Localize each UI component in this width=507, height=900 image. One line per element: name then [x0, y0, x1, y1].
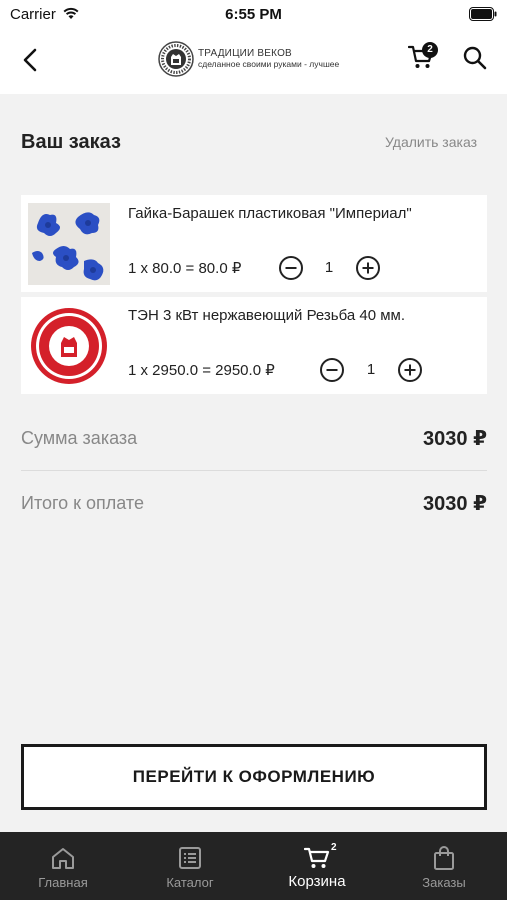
search-icon [463, 46, 487, 70]
item-quantity: 1 [324, 259, 334, 276]
increase-quantity-button[interactable] [355, 255, 381, 281]
battery-icon [469, 7, 497, 26]
tab-cart-badge: 2 [331, 842, 337, 853]
tab-home-label: Главная [38, 875, 88, 890]
minus-circle-icon [320, 358, 344, 382]
item-price-line: 1 x 80.0 = 80.0 ₽ [128, 260, 242, 277]
bag-icon [434, 846, 454, 870]
tab-bar: Главная Каталог 2 Корзина Заказы [0, 832, 507, 900]
logo-subtitle: сделанное своими руками - лучшее [198, 59, 340, 69]
tab-home[interactable]: Главная [0, 832, 126, 900]
cart-item[interactable]: ТЭН 3 кВт нержавеющий Резьба 40 мм. 1 x … [21, 297, 487, 394]
order-sum-label: Сумма заказа [21, 428, 138, 448]
app-header: ТРАДИЦИИ ВЕКОВ сделанное своими руками -… [0, 30, 507, 94]
item-quantity: 1 [366, 361, 376, 378]
status-bar: Carrier 6:55 PM [0, 0, 507, 30]
plus-circle-icon [356, 256, 380, 280]
header-cart-button[interactable]: 2 [407, 42, 440, 76]
item-image-brand-stamp [28, 305, 110, 387]
tab-cart[interactable]: 2 Корзина [254, 832, 380, 900]
home-icon [52, 848, 74, 869]
cart-count-badge: 2 [422, 42, 438, 58]
brand-logo: ТРАДИЦИИ ВЕКОВ сделанное своими руками -… [158, 41, 339, 77]
item-name: ТЭН 3 кВт нержавеющий Резьба 40 мм. [128, 307, 406, 324]
back-icon [23, 48, 37, 72]
item-price-line: 1 x 2950.0 = 2950.0 ₽ [128, 362, 275, 379]
order-sum-value: 3030 ₽ [423, 428, 487, 450]
decrease-quantity-button[interactable] [319, 357, 345, 383]
logo-emblem-icon [158, 41, 194, 77]
cart-item[interactable]: Гайка-Барашек пластиковая "Империал" 1 x… [21, 195, 487, 292]
checkout-button[interactable]: ПЕРЕЙТИ К ОФОРМЛЕНИЮ [21, 744, 487, 810]
tab-catalog-label: Каталог [166, 875, 214, 890]
summary-divider [21, 470, 487, 471]
order-total-value: 3030 ₽ [423, 493, 487, 515]
search-button[interactable] [462, 45, 492, 75]
item-image-wing-nuts [28, 203, 110, 285]
plus-circle-icon [398, 358, 422, 382]
order-total-label: Итого к оплате [21, 493, 144, 513]
tab-catalog[interactable]: Каталог [127, 832, 253, 900]
catalog-icon [179, 847, 201, 869]
order-sum-row: Сумма заказа 3030 ₽ [21, 426, 487, 486]
cart-icon [304, 847, 330, 868]
tab-cart-label: Корзина [288, 873, 346, 890]
logo-title: ТРАДИЦИИ ВЕКОВ [198, 48, 292, 59]
delete-order-link[interactable]: Удалить заказ [385, 134, 477, 150]
back-button[interactable] [14, 44, 46, 76]
tab-orders[interactable]: Заказы [381, 832, 507, 900]
status-time: 6:55 PM [225, 6, 282, 23]
decrease-quantity-button[interactable] [278, 255, 304, 281]
order-title: Ваш заказ [21, 131, 121, 153]
item-name: Гайка-Барашек пластиковая "Империал" [128, 205, 412, 222]
tab-orders-label: Заказы [422, 875, 466, 890]
minus-circle-icon [279, 256, 303, 280]
increase-quantity-button[interactable] [397, 357, 423, 383]
order-total-row: Итого к оплате 3030 ₽ [21, 491, 487, 551]
